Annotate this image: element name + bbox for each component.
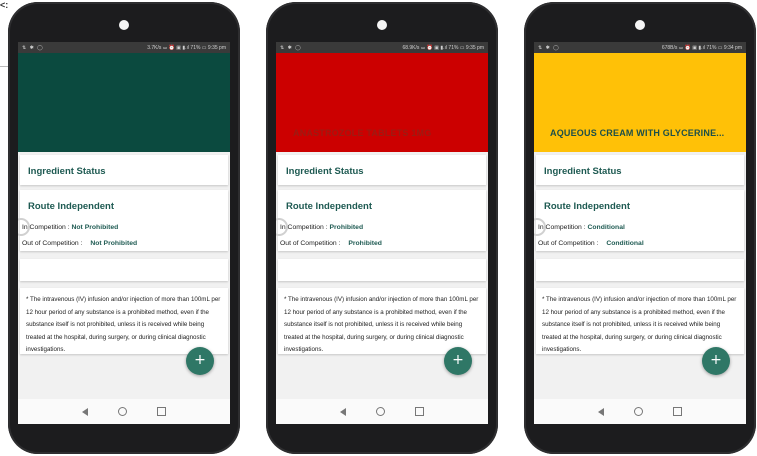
out-competition-row: Out of Competition : Conditional [538, 240, 644, 247]
in-competition-row: In Competition : Prohibited [280, 224, 363, 231]
status-icons-left: ⇅ ✱ ◯ [538, 44, 560, 51]
note-card: * The intravenous (IV) infusion and/or i… [536, 288, 744, 354]
out-competition-label: Out of Competition : [22, 240, 83, 247]
status-icons-left: ⇅ ✱ ◯ [22, 44, 44, 51]
drug-name: AQUEOUS CREAM WITH GLYCERINE... [550, 128, 725, 138]
empty-card [278, 259, 486, 281]
drug-header: ANASTROZOLE TABLETS 1MG [276, 53, 488, 152]
phone-2: ⇅ ✱ ◯ 68.9K/s ⚍ ⏰ ▣ ▮.ıl 71% ▭ 9:35 pm A… [266, 2, 498, 454]
home-icon[interactable] [634, 407, 643, 416]
out-competition-value: Prohibited [348, 240, 382, 247]
front-camera-dot [635, 20, 645, 30]
drug-header [18, 53, 230, 152]
route-card: Route Independent In Competition : Not P… [18, 190, 228, 251]
empty-card [20, 259, 228, 281]
out-competition-label: Out of Competition : [280, 240, 341, 247]
back-icon[interactable] [598, 407, 604, 416]
app-screen: ⇅ ✱ ◯ 678B/s ⚍ ⏰ ▣ ▮.ıl 71% ▭ 9:34 pm AQ… [534, 42, 746, 424]
in-competition-row: In Competition : Not Prohibited [22, 224, 118, 231]
in-competition-row: In Competition : Conditional [538, 224, 625, 231]
status-icons-right: 68.9K/s ⚍ ⏰ ▣ ▮.ıl 71% ▭ 9:35 pm [402, 44, 484, 51]
note-card: * The intravenous (IV) infusion and/or i… [278, 288, 486, 354]
out-competition-value: Conditional [606, 240, 644, 247]
status-icons-right: 678B/s ⚍ ⏰ ▣ ▮.ıl 71% ▭ 9:34 pm [661, 44, 742, 51]
out-competition-row: Out of Competition : Not Prohibited [22, 240, 137, 247]
recent-apps-icon[interactable] [415, 407, 424, 416]
ingredient-status-label: Ingredient Status [544, 166, 622, 177]
status-icons-left: ⇅ ✱ ◯ [280, 44, 302, 51]
empty-card [536, 259, 744, 281]
phone-1: ⇅ ✱ ◯ 3.7K/s ⚍ ⏰ ▣ ▮.ıl 71% ▭ 9:35 pm In… [8, 2, 240, 454]
route-card: Route Independent In Competition : Prohi… [276, 190, 486, 251]
in-competition-label: In Competition : [538, 224, 586, 231]
recent-apps-icon[interactable] [157, 407, 166, 416]
iv-infusion-note: * The intravenous (IV) infusion and/or i… [26, 296, 221, 353]
in-competition-value: Conditional [587, 224, 625, 231]
ingredient-status-label: Ingredient Status [28, 166, 106, 177]
note-card: * The intravenous (IV) infusion and/or i… [20, 288, 228, 354]
status-bar: ⇅ ✱ ◯ 3.7K/s ⚍ ⏰ ▣ ▮.ıl 71% ▭ 9:35 pm [18, 42, 230, 53]
iv-infusion-note: * The intravenous (IV) infusion and/or i… [284, 296, 479, 353]
status-icons-right: 3.7K/s ⚍ ⏰ ▣ ▮.ıl 71% ▭ 9:35 pm [147, 44, 226, 51]
phone-3: ⇅ ✱ ◯ 678B/s ⚍ ⏰ ▣ ▮.ıl 71% ▭ 9:34 pm AQ… [524, 2, 756, 454]
out-competition-label: Out of Competition : [538, 240, 599, 247]
route-label: Route Independent [28, 201, 115, 212]
route-card: Route Independent In Competition : Condi… [534, 190, 744, 251]
recent-apps-icon[interactable] [673, 407, 682, 416]
in-competition-label: In Competition : [280, 224, 328, 231]
add-button[interactable]: + [702, 347, 730, 375]
iv-infusion-note: * The intravenous (IV) infusion and/or i… [542, 296, 737, 353]
front-camera-dot [377, 20, 387, 30]
back-icon[interactable] [340, 407, 346, 416]
ingredient-status-card[interactable]: Ingredient Status [536, 155, 744, 185]
in-competition-value: Prohibited [329, 224, 364, 231]
out-competition-value: Not Prohibited [90, 240, 138, 247]
nav-bar [18, 399, 230, 424]
ingredient-status-card[interactable]: Ingredient Status [278, 155, 486, 185]
route-label: Route Independent [286, 201, 373, 212]
back-icon[interactable] [82, 407, 88, 416]
route-label: Route Independent [544, 201, 631, 212]
home-icon[interactable] [118, 407, 127, 416]
out-competition-row: Out of Competition : Prohibited [280, 240, 382, 247]
app-screen: ⇅ ✱ ◯ 68.9K/s ⚍ ⏰ ▣ ▮.ıl 71% ▭ 9:35 pm A… [276, 42, 488, 424]
in-competition-value: Not Prohibited [71, 224, 119, 231]
ingredient-status-label: Ingredient Status [286, 166, 364, 177]
drug-header: AQUEOUS CREAM WITH GLYCERINE... [534, 53, 746, 152]
corner-text: <: [0, 0, 9, 10]
drug-name: ANASTROZOLE TABLETS 1MG [293, 128, 432, 138]
home-icon[interactable] [376, 407, 385, 416]
add-button[interactable]: + [186, 347, 214, 375]
ingredient-status-card[interactable]: Ingredient Status [20, 155, 228, 185]
front-camera-dot [119, 20, 129, 30]
add-button[interactable]: + [444, 347, 472, 375]
status-bar: ⇅ ✱ ◯ 678B/s ⚍ ⏰ ▣ ▮.ıl 71% ▭ 9:34 pm [534, 42, 746, 53]
in-competition-label: In Competition : [22, 224, 70, 231]
nav-bar [534, 399, 746, 424]
app-screen: ⇅ ✱ ◯ 3.7K/s ⚍ ⏰ ▣ ▮.ıl 71% ▭ 9:35 pm In… [18, 42, 230, 424]
status-bar: ⇅ ✱ ◯ 68.9K/s ⚍ ⏰ ▣ ▮.ıl 71% ▭ 9:35 pm [276, 42, 488, 53]
nav-bar [276, 399, 488, 424]
